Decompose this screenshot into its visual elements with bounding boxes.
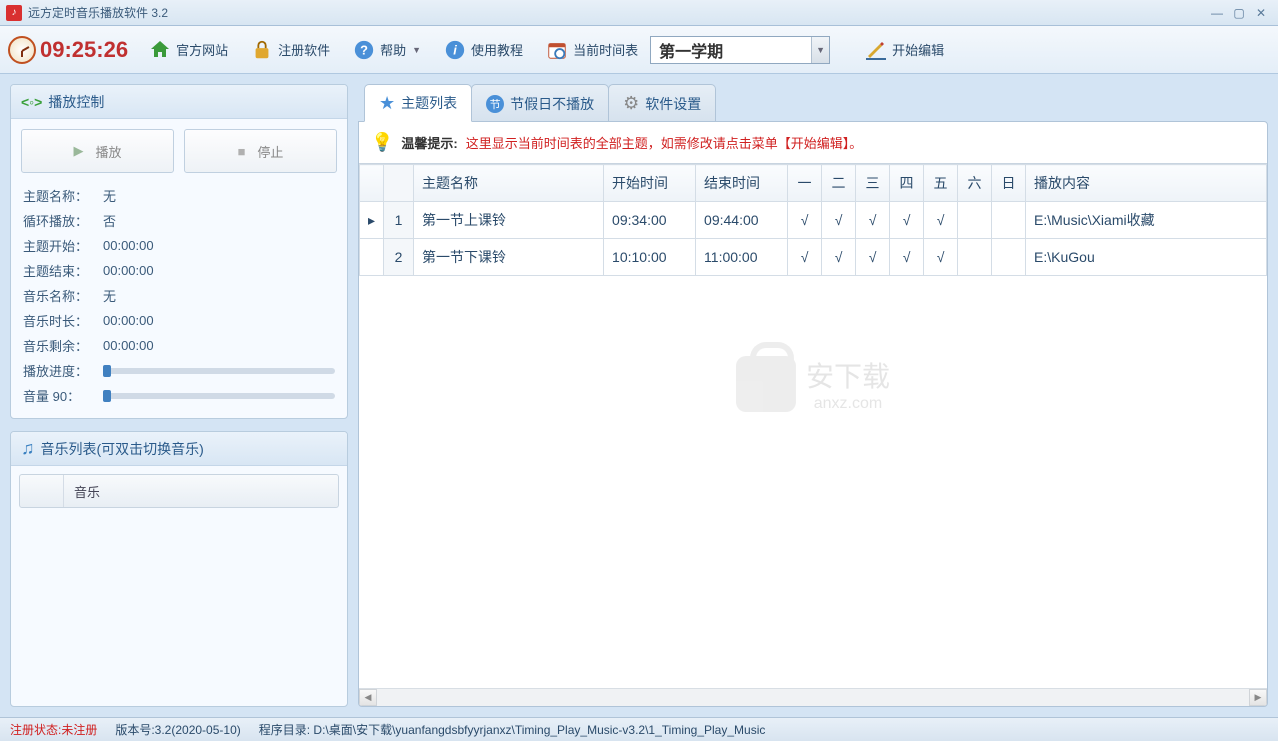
tab-holidays[interactable]: 节 节假日不播放: [471, 84, 609, 122]
calendar-icon: [545, 38, 569, 62]
info-icon: i: [443, 38, 467, 62]
progress-slider[interactable]: [103, 368, 335, 374]
status-dir: 程序目录: D:\桌面\安下载\yuanfangdsbfyyrjanxz\Tim…: [259, 721, 766, 738]
bulb-icon: 💡: [371, 132, 393, 153]
titlebar: ♪ 远方定时音乐播放软件 3.2 — ▢ ✕: [0, 0, 1278, 26]
register-button[interactable]: 注册软件: [240, 34, 340, 66]
music-len-label: 音乐时长：: [23, 311, 95, 330]
status-bar: 注册状态:未注册 版本号:3.2(2020-05-10) 程序目录: D:\桌面…: [0, 717, 1278, 741]
content: <◦> 播放控制 ▶ 播放 ■ 停止 主题名称： 无 循环播放： 否 主题开始： 00…: [0, 74, 1278, 717]
home-icon: [148, 38, 172, 62]
loop-value: 否: [103, 211, 116, 230]
star-icon: ★: [379, 93, 395, 114]
table-row[interactable]: 2第一节下课铃10:10:0011:00:00√√√√√E:\KuGou: [360, 239, 1267, 276]
music-rem-value: 00:00:00: [103, 338, 154, 353]
col-d6[interactable]: 六: [958, 165, 992, 202]
music-name-label: 音乐名称：: [23, 286, 95, 305]
status-version: 版本号:3.2(2020-05-10): [115, 721, 240, 738]
lock-icon: [250, 38, 274, 62]
col-d1[interactable]: 一: [788, 165, 822, 202]
col-start[interactable]: 开始时间: [604, 165, 696, 202]
music-rem-label: 音乐剩余：: [23, 336, 95, 355]
col-d4[interactable]: 四: [890, 165, 924, 202]
music-list-columns: 音乐: [19, 474, 339, 508]
progress-label: 播放进度：: [23, 361, 95, 380]
holiday-icon: 节: [486, 95, 504, 113]
close-button[interactable]: ✕: [1250, 4, 1272, 22]
help-icon: ?: [352, 38, 376, 62]
window-title: 远方定时音乐播放软件 3.2: [28, 4, 1206, 21]
music-list-header: ♫ 音乐列表(可双击切换音乐): [11, 432, 347, 466]
theme-name-label: 主题名称：: [23, 186, 95, 205]
help-button[interactable]: ? 帮助 ▼: [342, 34, 431, 66]
table-row[interactable]: ▸1第一节上课铃09:34:0009:44:00√√√√√E:\Music\Xi…: [360, 202, 1267, 239]
stop-icon: ■: [238, 144, 246, 159]
pencil-icon: [864, 38, 888, 62]
schedule-label-group: 当前时间表: [535, 34, 648, 66]
tab-body: 💡 温馨提示: 这里显示当前时间表的全部主题，如需修改请点击菜单【开始编辑】。 …: [358, 121, 1268, 707]
music-name-value: 无: [103, 286, 116, 305]
website-button[interactable]: 官方网站: [138, 34, 238, 66]
right-column: ★ 主题列表 节 节假日不播放 ⚙ 软件设置 💡 温馨提示: 这里显示当前时间表…: [358, 84, 1268, 707]
playback-panel-header: <◦> 播放控制: [11, 85, 347, 119]
volume-slider[interactable]: [103, 393, 335, 399]
playback-panel: <◦> 播放控制 ▶ 播放 ■ 停止 主题名称： 无 循环播放： 否 主题开始： 00…: [10, 84, 348, 419]
theme-start-value: 00:00:00: [103, 238, 154, 253]
clock: 09:25:26: [8, 36, 128, 64]
play-button[interactable]: ▶ 播放: [21, 129, 174, 173]
theme-name-value: 无: [103, 186, 116, 205]
col-d7[interactable]: 日: [992, 165, 1026, 202]
scroll-left-icon[interactable]: ◀: [359, 689, 377, 706]
music-icon: ♫: [21, 438, 35, 459]
theme-grid[interactable]: 主题名称 开始时间 结束时间 一 二 三 四 五 六 日 播放内容: [359, 163, 1267, 688]
tab-settings[interactable]: ⚙ 软件设置: [608, 84, 716, 122]
app-icon: ♪: [6, 5, 22, 21]
col-name[interactable]: 主题名称: [414, 165, 604, 202]
grid-header-row: 主题名称 开始时间 结束时间 一 二 三 四 五 六 日 播放内容: [360, 165, 1267, 202]
svg-text:i: i: [453, 42, 457, 57]
clock-icon: [8, 36, 36, 64]
status-register: 注册状态:未注册: [10, 721, 97, 738]
music-col-name: 音乐: [64, 482, 100, 501]
hint-body: 这里显示当前时间表的全部主题，如需修改请点击菜单【开始编辑】。: [466, 133, 863, 152]
hint-prefix: 温馨提示:: [401, 133, 457, 152]
col-end[interactable]: 结束时间: [696, 165, 788, 202]
watermark: 安下载 anxz.com: [736, 355, 890, 413]
horizontal-scrollbar[interactable]: ◀ ▶: [359, 688, 1267, 706]
clock-time: 09:25:26: [40, 37, 128, 63]
tab-strip: ★ 主题列表 节 节假日不播放 ⚙ 软件设置: [358, 84, 1268, 122]
playback-icon: <◦>: [21, 94, 42, 110]
schedule-value: 第一学期: [651, 38, 811, 62]
bag-icon: [736, 356, 796, 412]
col-d2[interactable]: 二: [822, 165, 856, 202]
maximize-button[interactable]: ▢: [1228, 4, 1250, 22]
chevron-down-icon[interactable]: ▼: [811, 37, 829, 63]
music-list-panel: ♫ 音乐列表(可双击切换音乐) 音乐: [10, 431, 348, 707]
theme-end-value: 00:00:00: [103, 263, 154, 278]
col-content[interactable]: 播放内容: [1026, 165, 1267, 202]
loop-label: 循环播放：: [23, 211, 95, 230]
col-d3[interactable]: 三: [856, 165, 890, 202]
theme-start-label: 主题开始：: [23, 236, 95, 255]
scroll-right-icon[interactable]: ▶: [1249, 689, 1267, 706]
music-len-value: 00:00:00: [103, 313, 154, 328]
toolbar: 09:25:26 官方网站 注册软件 ? 帮助 ▼ i 使用教程 当前时间表 第…: [0, 26, 1278, 74]
theme-end-label: 主题结束：: [23, 261, 95, 280]
hint-bar: 💡 温馨提示: 这里显示当前时间表的全部主题，如需修改请点击菜单【开始编辑】。: [359, 122, 1267, 163]
gear-icon: ⚙: [623, 93, 639, 114]
tutorial-button[interactable]: i 使用教程: [433, 34, 533, 66]
left-column: <◦> 播放控制 ▶ 播放 ■ 停止 主题名称： 无 循环播放： 否 主题开始： 00…: [10, 84, 348, 707]
schedule-select[interactable]: 第一学期 ▼: [650, 36, 830, 64]
play-icon: ▶: [73, 143, 83, 159]
svg-text:?: ?: [360, 42, 368, 57]
volume-label: 音量 90：: [23, 386, 95, 405]
music-col-spacer: [20, 475, 64, 507]
chevron-down-icon: ▼: [412, 45, 421, 55]
minimize-button[interactable]: —: [1206, 4, 1228, 22]
col-d5[interactable]: 五: [924, 165, 958, 202]
stop-button[interactable]: ■ 停止: [184, 129, 337, 173]
edit-button[interactable]: 开始编辑: [854, 34, 954, 66]
tab-themes[interactable]: ★ 主题列表: [364, 84, 472, 122]
